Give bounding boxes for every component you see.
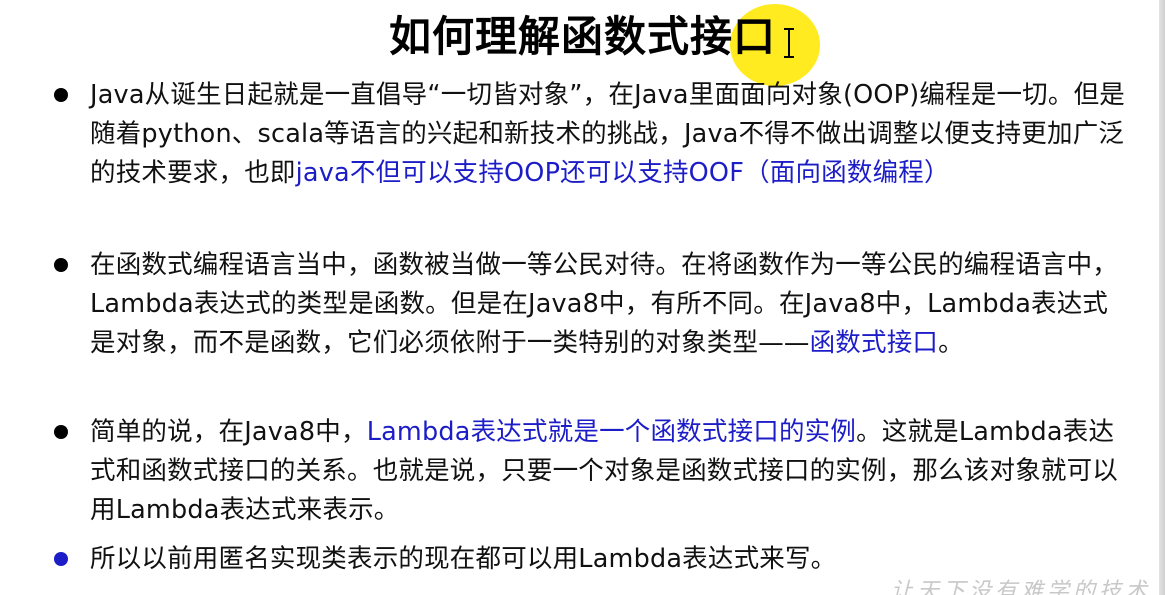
bullet-dot-icon bbox=[54, 552, 68, 566]
bullet-dot-icon bbox=[54, 425, 68, 439]
bullet-dot-icon bbox=[54, 258, 68, 272]
bullet-text: 简单的说，在Java8中，Lambda表达式就是一个函数式接口的实例。这就是La… bbox=[90, 413, 1129, 530]
bullet-text-plain: 简单的说，在Java8中， bbox=[90, 417, 367, 447]
text-cursor-icon bbox=[784, 28, 794, 58]
bullet-text-emphasis: Lambda表达式就是一个函数式接口的实例 bbox=[366, 417, 857, 447]
bullet-text-emphasis: 所以以前用匿名实现类表示的现在都可以用Lambda表达式来写。 bbox=[90, 544, 837, 574]
bullet-text-emphasis: java不但可以支持OOP还可以支持OOF（面向函数编程） bbox=[295, 158, 950, 188]
bullet-item-oop: Java从诞生日起就是一直倡导“一切皆对象”，在Java里面面向对象(OOP)编… bbox=[54, 76, 1129, 193]
bullet-text: 在函数式编程语言当中，函数被当做一等公民对待。在将函数作为一等公民的编程语言中，… bbox=[90, 246, 1129, 363]
slide-title: 如何理解函数式接口 bbox=[388, 12, 776, 61]
bullet-dot-icon bbox=[54, 88, 68, 102]
slide: 如何理解函数式接口 Java从诞生日起就是一直倡导“一切皆对象”，在Java里面… bbox=[0, 0, 1165, 595]
bullet-item-first-class: 在函数式编程语言当中，函数被当做一等公民对待。在将函数作为一等公民的编程语言中，… bbox=[54, 246, 1129, 363]
bullet-text: Java从诞生日起就是一直倡导“一切皆对象”，在Java里面面向对象(OOP)编… bbox=[90, 76, 1129, 193]
bullet-text-plain: 。 bbox=[938, 328, 964, 358]
watermark-text: 让天下没有难学的技术 bbox=[890, 579, 1151, 595]
bullet-text-emphasis: 函数式接口 bbox=[809, 328, 939, 358]
title-area: 如何理解函数式接口 bbox=[0, 4, 1165, 72]
bullet-item-lambda-instance: 简单的说，在Java8中，Lambda表达式就是一个函数式接口的实例。这就是La… bbox=[54, 413, 1129, 530]
window-edge bbox=[1159, 0, 1165, 595]
